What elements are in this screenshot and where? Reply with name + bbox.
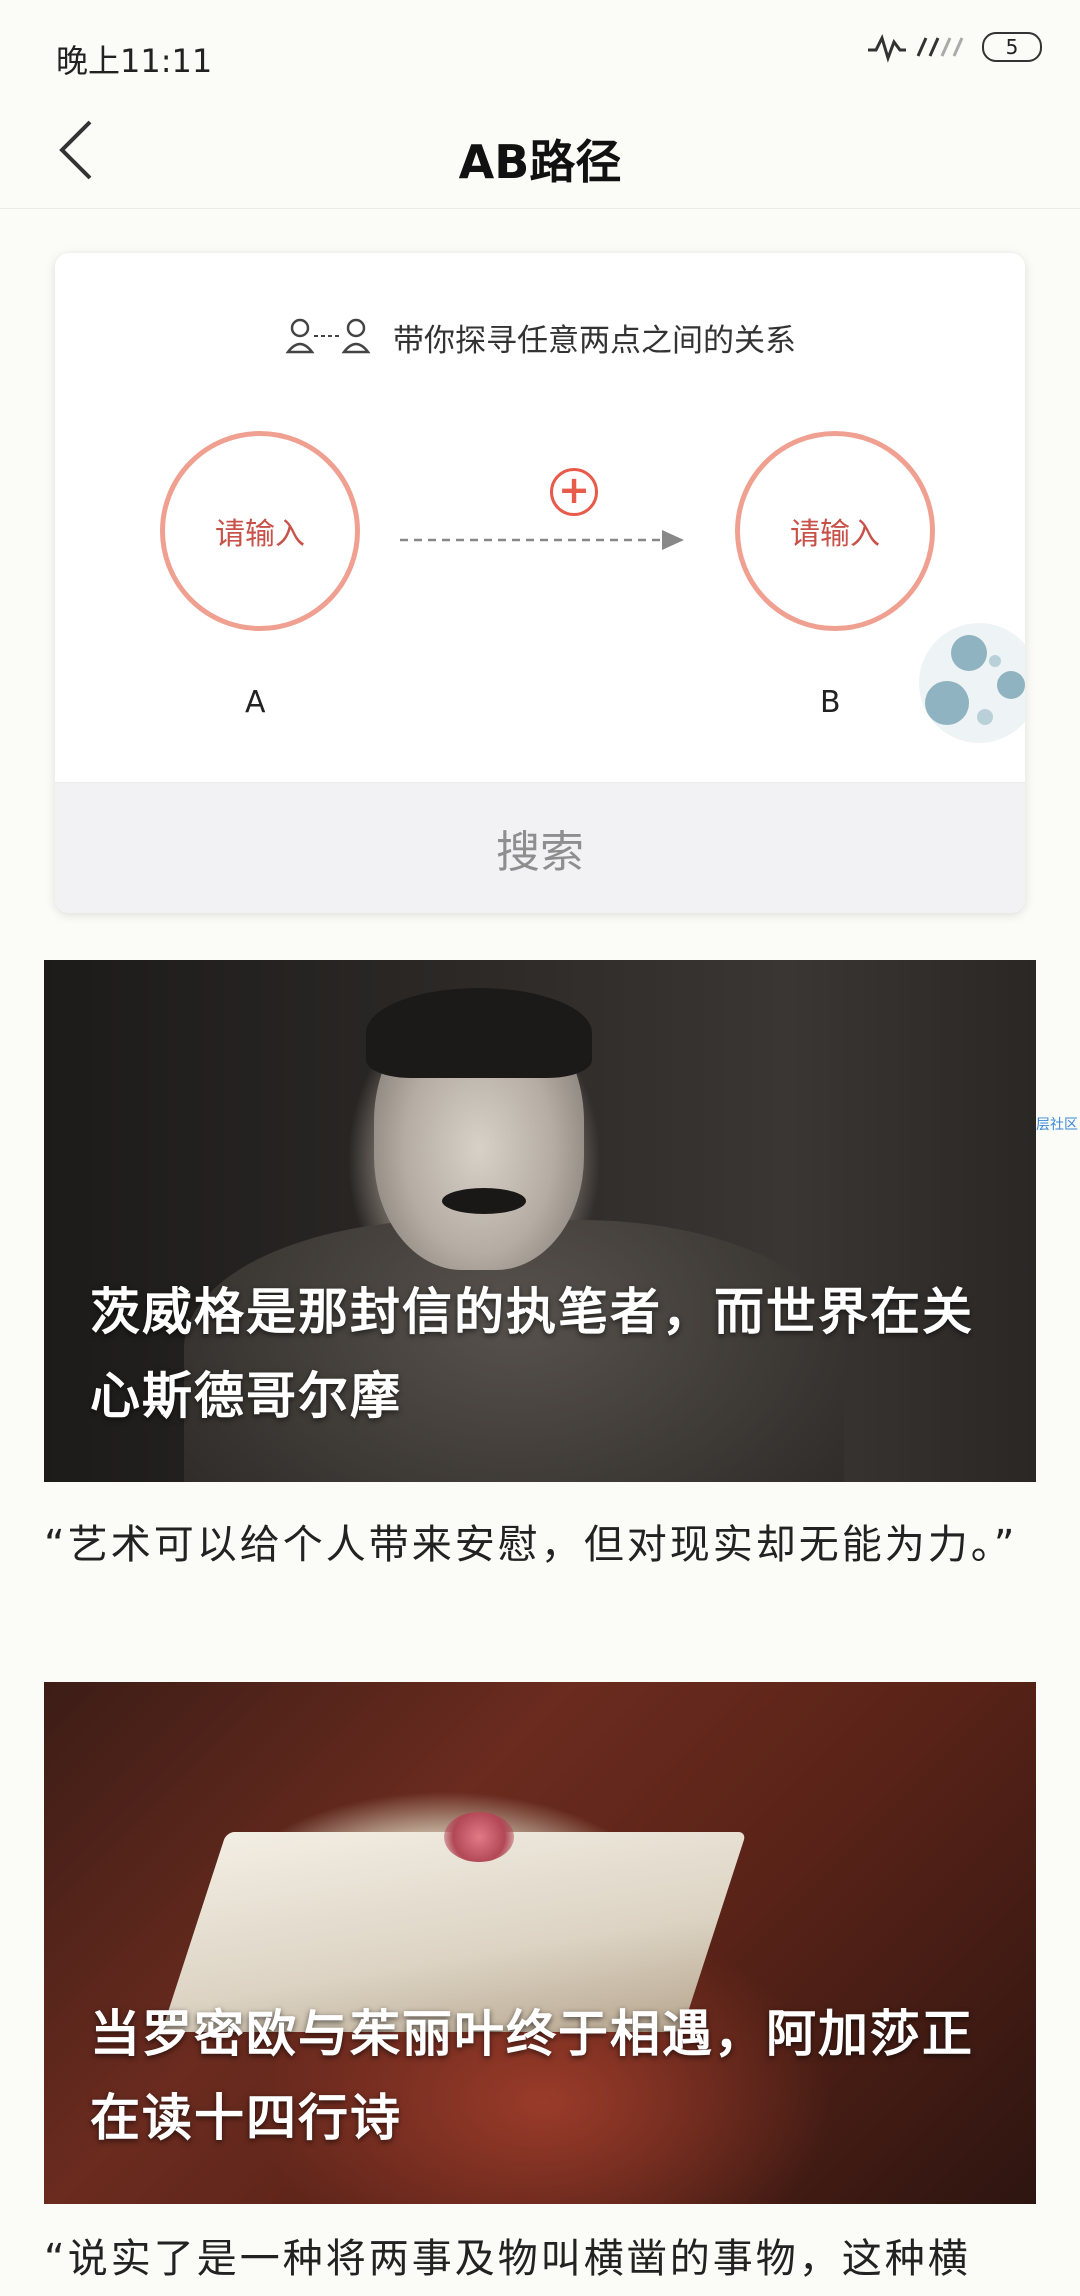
arrow-icon bbox=[400, 525, 690, 559]
add-node-button[interactable]: + bbox=[543, 461, 605, 523]
article-card-image[interactable]: 茨威格是那封信的执笔者，而世界在关心斯德哥尔摩 bbox=[44, 960, 1036, 1482]
article-title: 当罗密欧与茱丽叶终于相遇，阿加莎正在读十四行诗 bbox=[90, 2005, 974, 2147]
planet-decoration bbox=[915, 613, 1025, 757]
node-a-label: A bbox=[245, 685, 266, 720]
node-b-label: B bbox=[820, 685, 841, 720]
status-time: 晚上11:11 bbox=[56, 42, 213, 80]
relation-icon bbox=[284, 316, 374, 360]
card-subtitle: 带你探寻任意两点之间的关系 bbox=[393, 323, 797, 359]
node-a-input[interactable]: 请输入 bbox=[160, 431, 360, 631]
status-bar: 晚上11:11 5 bbox=[0, 0, 1080, 92]
article-quote: “艺术可以给个人带来安慰，但对现实却无能为力。” bbox=[44, 1522, 1018, 1568]
article-quote: “说实了是一种将两事及物叫横凿的事物，这种横 bbox=[44, 2236, 971, 2282]
battery-icon: 5 bbox=[982, 32, 1042, 62]
ab-path-card: 带你探寻任意两点之间的关系 请输入 请输入 + A B 搜索 bbox=[55, 253, 1025, 913]
top-bar: AB路径 bbox=[0, 92, 1080, 209]
search-button[interactable]: 搜索 bbox=[55, 782, 1025, 913]
status-icons: 5 bbox=[866, 30, 1042, 64]
article-title: 茨威格是那封信的执笔者，而世界在关心斯德哥尔摩 bbox=[90, 1283, 974, 1425]
signal-icon bbox=[866, 30, 966, 64]
card-header: 带你探寻任意两点之间的关系 bbox=[55, 315, 1025, 360]
search-label: 搜索 bbox=[496, 827, 584, 878]
portrait-hair bbox=[366, 988, 592, 1078]
node-b-input[interactable]: 请输入 bbox=[735, 431, 935, 631]
painting-flower bbox=[444, 1812, 514, 1862]
portrait-mustache bbox=[442, 1188, 526, 1214]
plus-icon: + bbox=[550, 468, 598, 516]
article-card-image[interactable]: 当罗密欧与茱丽叶终于相遇，阿加莎正在读十四行诗 bbox=[44, 1682, 1036, 2204]
page-title: AB路径 bbox=[458, 135, 622, 189]
